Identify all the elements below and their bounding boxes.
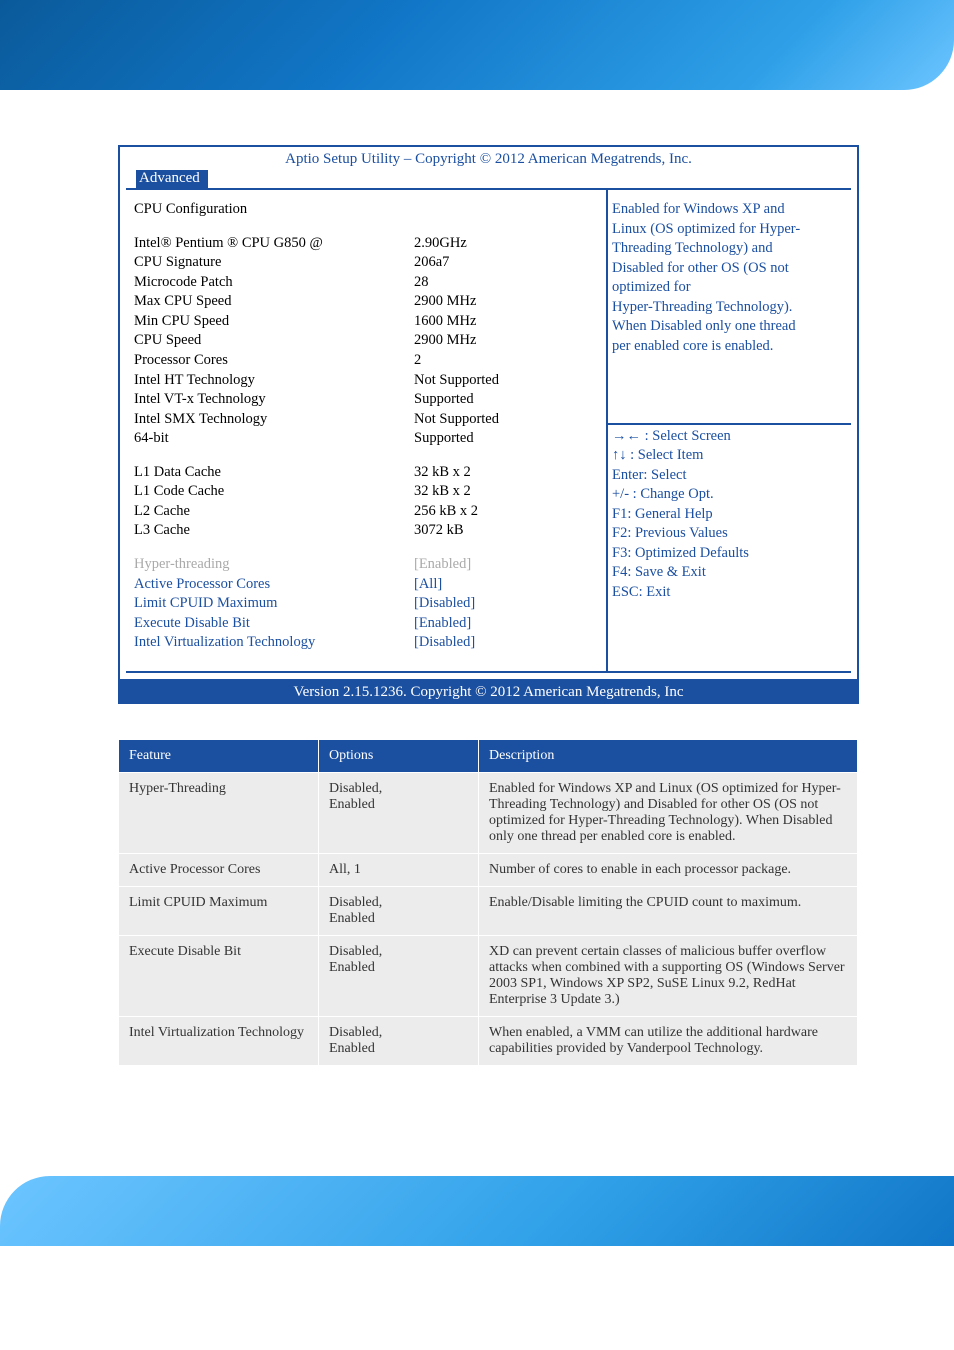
cell-options: Disabled, Enabled	[319, 886, 479, 935]
bios-key-legend: →← : Select Screen ↑↓ : Select Item Ente…	[608, 423, 851, 639]
key-line: F1: General Help	[612, 505, 847, 525]
table-row: Intel Virtualization Technology Disabled…	[119, 1016, 858, 1065]
info-value: Not Supported	[414, 371, 554, 391]
bios-tab-row: Advanced	[120, 169, 857, 188]
cache-label: L1 Data Cache	[134, 463, 414, 483]
key-line: ↑↓ : Select Item	[612, 446, 847, 466]
opt-value[interactable]: [All]	[414, 575, 554, 595]
th-description: Description	[479, 739, 858, 772]
cell-feature: Hyper-Threading	[119, 772, 319, 853]
info-label: Intel® Pentium ® CPU G850 @	[134, 234, 414, 254]
bios-footer: Version 2.15.1236. Copyright © 2012 Amer…	[118, 681, 859, 704]
table-row: Active Processor Cores All, 1 Number of …	[119, 853, 858, 886]
help-line: Threading Technology) and	[612, 239, 847, 259]
key-line: F2: Previous Values	[612, 524, 847, 544]
bios-title: Aptio Setup Utility – Copyright © 2012 A…	[120, 147, 857, 169]
cell-feature: Intel Virtualization Technology	[119, 1016, 319, 1065]
info-label: CPU Speed	[134, 331, 414, 351]
opt-value[interactable]: [Disabled]	[414, 633, 554, 653]
bios-screenshot: Aptio Setup Utility – Copyright © 2012 A…	[118, 145, 859, 681]
opt-active-cores[interactable]: Active Processor Cores	[134, 575, 414, 595]
info-label: Min CPU Speed	[134, 312, 414, 332]
opt-value[interactable]: [Enabled]	[414, 555, 554, 575]
cell-desc: XD can prevent certain classes of malici…	[479, 935, 858, 1016]
table-row: Hyper-Threading Disabled, Enabled Enable…	[119, 772, 858, 853]
cache-value: 32 kB x 2	[414, 463, 554, 483]
cell-feature: Execute Disable Bit	[119, 935, 319, 1016]
key-line: ESC: Exit	[612, 583, 847, 603]
help-line: Disabled for other OS (OS not	[612, 259, 847, 279]
info-label: Microcode Patch	[134, 273, 414, 293]
info-label: Max CPU Speed	[134, 292, 414, 312]
page-top-banner	[0, 0, 954, 90]
opt-limit-cpuid[interactable]: Limit CPUID Maximum	[134, 594, 414, 614]
cache-value: 32 kB x 2	[414, 482, 554, 502]
opt-execute-disable[interactable]: Execute Disable Bit	[134, 614, 414, 634]
help-line: Hyper-Threading Technology).	[612, 298, 847, 318]
info-value: Supported	[414, 390, 554, 410]
info-value: 2900 MHz	[414, 292, 554, 312]
cell-options: Disabled, Enabled	[319, 772, 479, 853]
info-label: Intel HT Technology	[134, 371, 414, 391]
section-heading: CPU Configuration	[134, 200, 414, 220]
help-line: per enabled core is enabled.	[612, 337, 847, 357]
opt-value[interactable]: [Disabled]	[414, 594, 554, 614]
help-line: Enabled for Windows XP and	[612, 200, 847, 220]
bios-help-text: Enabled for Windows XP and Linux (OS opt…	[608, 190, 851, 423]
bios-right-panel: Enabled for Windows XP and Linux (OS opt…	[606, 190, 851, 671]
cache-value: 3072 kB	[414, 521, 554, 541]
cell-desc: Number of cores to enable in each proces…	[479, 853, 858, 886]
opt-value[interactable]: [Enabled]	[414, 614, 554, 634]
cell-desc: Enabled for Windows XP and Linux (OS opt…	[479, 772, 858, 853]
help-line: When Disabled only one thread	[612, 317, 847, 337]
key-line: F3: Optimized Defaults	[612, 544, 847, 564]
table-row: Execute Disable Bit Disabled, Enabled XD…	[119, 935, 858, 1016]
cache-value: 256 kB x 2	[414, 502, 554, 522]
info-label: Intel SMX Technology	[134, 410, 414, 430]
key-line: +/- : Change Opt.	[612, 485, 847, 505]
cell-feature: Limit CPUID Maximum	[119, 886, 319, 935]
info-value: 1600 MHz	[414, 312, 554, 332]
cell-options: Disabled, Enabled	[319, 1016, 479, 1065]
cell-desc: Enable/Disable limiting the CPUID count …	[479, 886, 858, 935]
bios-left-panel: CPU Configuration Intel® Pentium ® CPU G…	[126, 190, 606, 671]
cell-options: All, 1	[319, 853, 479, 886]
info-label: Intel VT-x Technology	[134, 390, 414, 410]
key-line: F4: Save & Exit	[612, 563, 847, 583]
cell-options: Disabled, Enabled	[319, 935, 479, 1016]
info-label: Processor Cores	[134, 351, 414, 371]
feature-table: Feature Options Description Hyper-Thread…	[118, 739, 858, 1066]
th-options: Options	[319, 739, 479, 772]
opt-intel-vt[interactable]: Intel Virtualization Technology	[134, 633, 414, 653]
cache-label: L2 Cache	[134, 502, 414, 522]
help-line: optimized for	[612, 278, 847, 298]
info-value: 28	[414, 273, 554, 293]
info-value: 206a7	[414, 253, 554, 273]
th-feature: Feature	[119, 739, 319, 772]
cell-desc: When enabled, a VMM can utilize the addi…	[479, 1016, 858, 1065]
info-label: 64-bit	[134, 429, 414, 449]
cell-feature: Active Processor Cores	[119, 853, 319, 886]
key-line: Enter: Select	[612, 466, 847, 486]
info-label: CPU Signature	[134, 253, 414, 273]
info-value: Supported	[414, 429, 554, 449]
info-value: 2900 MHz	[414, 331, 554, 351]
info-value: Not Supported	[414, 410, 554, 430]
info-value: 2.90GHz	[414, 234, 554, 254]
help-line: Linux (OS optimized for Hyper-	[612, 220, 847, 240]
cache-label: L3 Cache	[134, 521, 414, 541]
tab-advanced: Advanced	[136, 170, 208, 188]
opt-hyper-threading[interactable]: Hyper-threading	[134, 555, 414, 575]
page-bottom-banner	[0, 1176, 954, 1246]
table-row: Limit CPUID Maximum Disabled, Enabled En…	[119, 886, 858, 935]
info-value: 2	[414, 351, 554, 371]
key-line: →← : Select Screen	[612, 427, 847, 447]
cache-label: L1 Code Cache	[134, 482, 414, 502]
